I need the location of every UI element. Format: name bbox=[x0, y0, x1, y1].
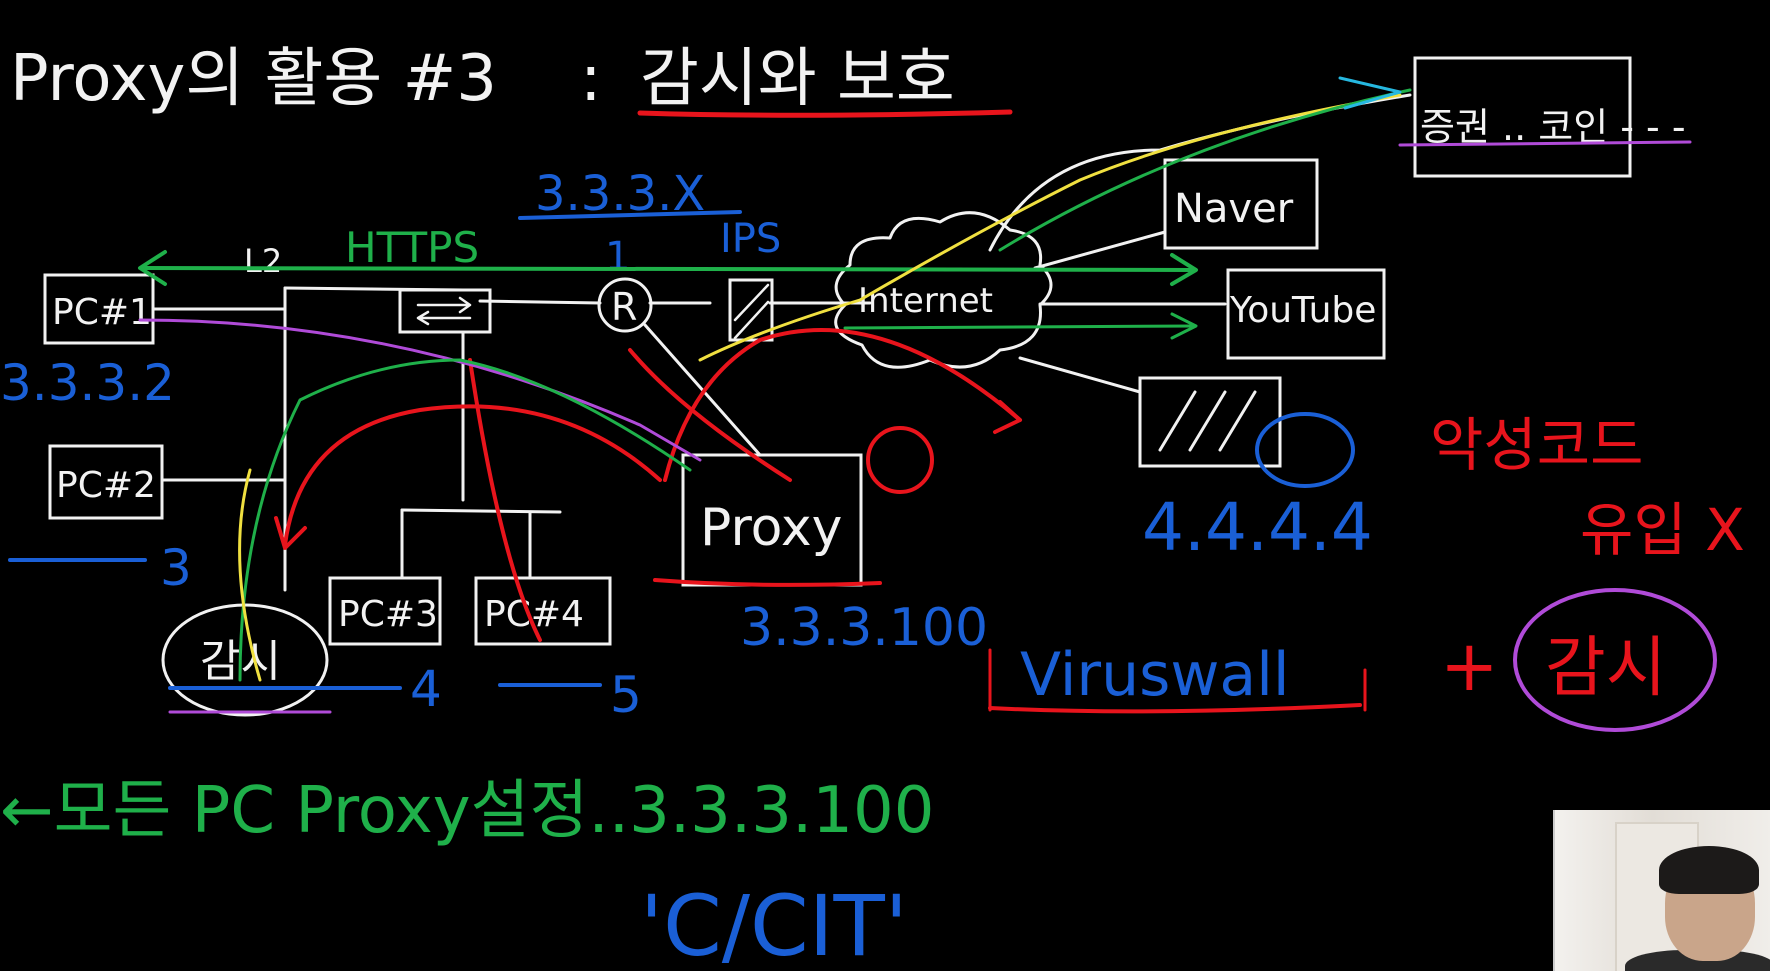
malware-mark bbox=[866, 426, 934, 494]
pc2-node: PC#2 bbox=[48, 444, 164, 520]
pc3-label: PC#3 bbox=[338, 594, 438, 635]
all-pcs-proxy-note: ←모든 PC Proxy설정..3.3.3.100 bbox=[0, 774, 934, 848]
router-label: R bbox=[611, 285, 637, 329]
pc4-node: PC#4 bbox=[474, 576, 612, 646]
proxy-underline bbox=[653, 578, 882, 587]
red-annotations: 악성코드 유입 X + 감시 bbox=[274, 328, 1745, 732]
router: R bbox=[597, 277, 653, 333]
presenter-hair bbox=[1659, 846, 1759, 894]
proxy-node: Proxy bbox=[653, 453, 882, 587]
youtube-label: YouTube bbox=[1229, 290, 1376, 331]
naver-node: Naver bbox=[1163, 158, 1319, 250]
pc2-ip-label: 3 bbox=[160, 539, 192, 597]
youtube-node: YouTube bbox=[1226, 268, 1386, 360]
title-part1: Proxy의 활용 #3 bbox=[10, 42, 497, 116]
viruswall-label: Viruswall bbox=[1020, 640, 1290, 710]
proxy-label: Proxy bbox=[700, 498, 842, 558]
proxy-ip-label: 3.3.3.100 bbox=[740, 598, 988, 658]
pc1-node: PC#1 bbox=[43, 273, 155, 345]
pc3-ip-label: 4 bbox=[410, 660, 442, 718]
malware-line1: 악성코드 bbox=[1430, 411, 1643, 479]
plus-sign: + bbox=[1440, 625, 1499, 707]
title-colon: : bbox=[580, 42, 602, 116]
green-annotations: HTTPS ←모든 PC Proxy설정..3.3.3.100 bbox=[0, 223, 1198, 848]
pc3-node: PC#3 bbox=[328, 576, 442, 646]
pc4-ip-label: 5 bbox=[610, 666, 642, 724]
webcam-overlay bbox=[1553, 810, 1770, 971]
naver-label: Naver bbox=[1174, 186, 1294, 232]
whiteboard-canvas: Proxy의 활용 #3 : 감시와 보호 PC#1 PC#2 PC#3 PC#… bbox=[0, 42, 1745, 971]
internet-label: Internet bbox=[858, 281, 993, 321]
pc1-label: PC#1 bbox=[52, 292, 152, 333]
cit-note: 'C/CIT' bbox=[640, 877, 908, 971]
attacker-mark bbox=[1255, 412, 1355, 488]
pc2-label: PC#2 bbox=[56, 465, 156, 506]
title: Proxy의 활용 #3 : 감시와 보호 bbox=[10, 42, 1013, 118]
monitoring-label: 감시 bbox=[1545, 629, 1666, 706]
title-part2: 감시와 보호 bbox=[640, 42, 955, 116]
switch-l2-label: L2 bbox=[244, 242, 282, 280]
blue-annotations: 3.3.3.X 1 IPS 3.3.3.2 3 4 5 3.3.3.100 4.… bbox=[0, 166, 1373, 971]
pc1-ip-label: 3.3.3.2 bbox=[0, 354, 175, 412]
router-port-label: 1 bbox=[605, 234, 630, 280]
malware-line2: 유입 X bbox=[1580, 496, 1745, 564]
attacker-ip-label: 4.4.4.4 bbox=[1142, 489, 1373, 566]
securities-node: 증권 .. 코인 - - - bbox=[1413, 56, 1686, 178]
https-label: HTTPS bbox=[345, 223, 479, 272]
ips-label: IPS bbox=[720, 216, 781, 262]
